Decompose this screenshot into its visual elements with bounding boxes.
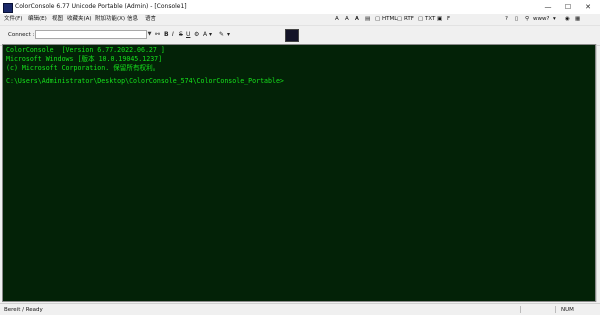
menu-info[interactable]: 信息 (127, 14, 138, 25)
console-line: Microsoft Windows [版本 10.0.19045.1237] (6, 55, 163, 63)
menu-view[interactable]: 视图 (52, 14, 63, 25)
connect-label: Connect : (8, 32, 35, 38)
console-prompt: C:\Users\Administrator\Desktop\ColorCons… (6, 77, 284, 85)
help-icon[interactable]: ? (505, 14, 508, 25)
export-html-label: HTML (381, 16, 398, 22)
scrollbar[interactable] (596, 44, 597, 302)
window-title: ColorConsole 6.77 Unicode Portable (Admi… (15, 3, 187, 10)
settings-icon[interactable]: ⚙ (194, 30, 199, 40)
clipboard-icon[interactable]: ▣ (437, 14, 442, 25)
link-icon[interactable]: ⚯ (155, 30, 160, 40)
font-color-icon[interactable]: A (345, 14, 349, 25)
export-rtf-button[interactable]: ▢ RTF (397, 14, 414, 25)
minimize-button[interactable]: — (538, 0, 558, 14)
app-icon (3, 3, 13, 13)
export-html-button[interactable]: ▢ HTML (375, 14, 397, 25)
new-console-icon[interactable] (285, 29, 299, 42)
search-icon[interactable]: ⚲ (525, 14, 529, 25)
console-line: ColorConsole [Version 6.77.2022.06.27 ] (6, 46, 165, 54)
chevron-down-icon[interactable]: ▼ (146, 30, 153, 39)
menu-file[interactable]: 文件(F) (4, 14, 22, 25)
export-rtf-label: RTF (403, 16, 414, 22)
menu-edit[interactable]: 编辑(E) (28, 14, 47, 25)
doc-icon[interactable]: ▯ (515, 14, 518, 25)
strikethrough-icon[interactable]: S (179, 30, 183, 40)
filter-icon[interactable]: F (447, 14, 450, 25)
menu-extras[interactable]: 附加功能(X) (95, 14, 125, 25)
menu-bar: 文件(F) 编辑(E) 视图 收藏夹(A) 附加功能(X) 信息 语言 (0, 14, 600, 25)
status-bar: Bereit / Ready NUM (0, 303, 600, 315)
font-size-icon[interactable]: A (335, 14, 339, 25)
status-divider (555, 306, 556, 313)
menu-favorites[interactable]: 收藏夹(A) (67, 14, 92, 25)
status-divider (520, 306, 521, 313)
highlight-icon[interactable]: ✎ (219, 30, 224, 40)
console-line: (c) Microsoft Corporation. 保留所有权利。 (6, 64, 160, 72)
connect-toolbar: Connect : ▼ ⚯ B I S U ⚙ A ▾ ✎ ▾ (0, 25, 600, 46)
underline-icon[interactable]: U (186, 30, 190, 40)
bold-icon[interactable]: 𝐀 (355, 14, 359, 25)
console-output[interactable]: ColorConsole [Version 6.77.2022.06.27 ] … (2, 44, 596, 302)
chevron-down-icon[interactable]: ▾ (209, 30, 212, 40)
title-bar: ColorConsole 6.77 Unicode Portable (Admi… (0, 0, 600, 15)
maximize-button[interactable]: ☐ (558, 0, 578, 14)
text-color-icon[interactable]: A (203, 30, 207, 40)
print-icon[interactable]: ▤ (365, 14, 370, 25)
color-icon[interactable]: ◉ (565, 14, 570, 25)
italic-icon[interactable]: I (172, 30, 174, 40)
bold-icon[interactable]: B (164, 30, 169, 40)
connect-input[interactable] (35, 30, 147, 39)
chevron-down-icon[interactable]: ▾ (227, 30, 230, 40)
export-txt-button[interactable]: ▢ TXT (418, 14, 435, 25)
menu-language[interactable]: 语言 (145, 14, 156, 25)
export-txt-label: TXT (424, 16, 436, 22)
palette-icon[interactable]: ▦ (575, 14, 580, 25)
chevron-down-icon[interactable]: ▾ (553, 14, 556, 25)
theme-dropdown[interactable]: www? (533, 14, 549, 25)
close-button[interactable]: ✕ (578, 0, 598, 14)
